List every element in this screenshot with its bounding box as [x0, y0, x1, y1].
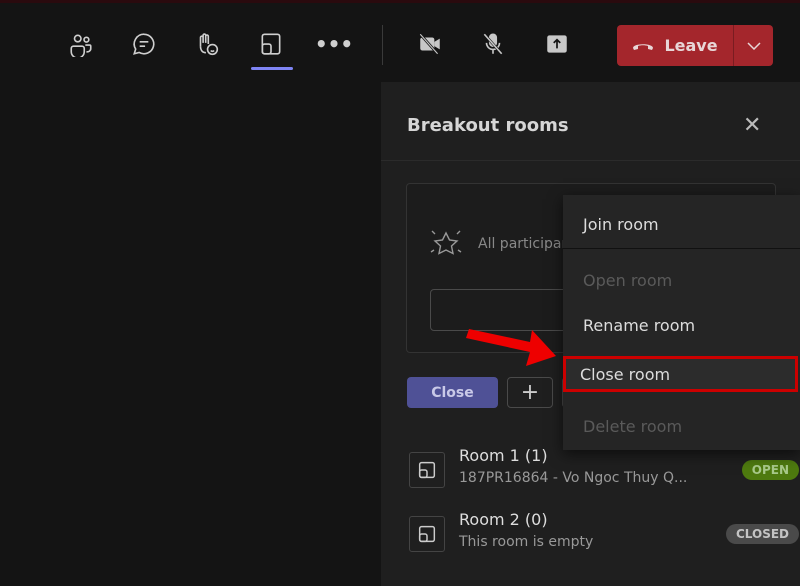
- more-icon[interactable]: •••: [315, 29, 353, 59]
- leave-button-group: Leave: [617, 25, 773, 66]
- menu-item-open-room: Open room: [583, 270, 673, 290]
- divider: [381, 160, 800, 161]
- room-subtitle: 187PR16864 - Vo Ngoc Thuy Q...: [459, 470, 688, 486]
- status-badge: OPEN: [741, 460, 799, 480]
- menu-divider: [563, 248, 800, 249]
- room-item[interactable]: Room 1 (1) 187PR16864 - Vo Ngoc Thuy Q..…: [409, 446, 799, 496]
- room-name: Room 1 (1): [459, 446, 548, 465]
- star-icon: [429, 228, 463, 262]
- red-arrow-annotation: [460, 320, 560, 384]
- mic-off-icon[interactable]: [478, 29, 508, 59]
- menu-item-delete-room: Delete room: [583, 416, 683, 436]
- camera-off-icon[interactable]: [415, 29, 445, 59]
- menu-item-rename-room[interactable]: Rename room: [563, 307, 800, 343]
- leave-label: Leave: [664, 36, 718, 55]
- share-icon[interactable]: [542, 29, 572, 59]
- menu-item-close-room[interactable]: Close room: [563, 356, 800, 392]
- room-item[interactable]: Room 2 (0) This room is empty CLOSED: [409, 510, 799, 560]
- breakout-room-icon: [409, 516, 445, 552]
- chat-icon[interactable]: [129, 29, 159, 59]
- leave-button[interactable]: Leave: [617, 25, 733, 66]
- chevron-down-icon[interactable]: [733, 25, 773, 66]
- menu-item-close-room-highlight: Close room: [563, 356, 798, 392]
- room-subtitle: This room is empty: [459, 534, 594, 550]
- meeting-stage: [0, 82, 381, 586]
- menu-item-join-room[interactable]: Join room: [563, 206, 800, 242]
- active-tab-indicator: [251, 67, 293, 70]
- breakout-room-icon: [409, 452, 445, 488]
- panel-title: Breakout rooms: [407, 115, 569, 136]
- status-badge: CLOSED: [725, 524, 799, 544]
- close-icon[interactable]: ✕: [743, 113, 761, 138]
- phone-hangup-icon: [632, 36, 654, 55]
- meeting-toolbar: ••• Leave: [0, 0, 800, 82]
- raise-hand-icon[interactable]: [192, 29, 222, 59]
- breakout-rooms-icon[interactable]: [256, 29, 286, 59]
- toolbar-divider: [382, 25, 383, 65]
- room-context-menu: Join room Open room Rename room Delete r…: [563, 195, 800, 450]
- people-icon[interactable]: [66, 29, 96, 59]
- room-name: Room 2 (0): [459, 510, 548, 529]
